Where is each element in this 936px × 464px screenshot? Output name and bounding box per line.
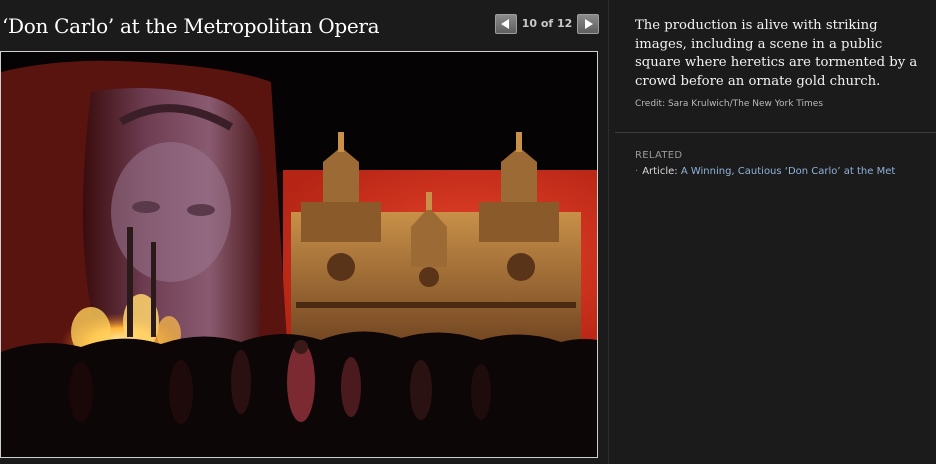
slide-counter: 10 of 12 xyxy=(521,17,573,30)
related-article-link[interactable]: A Winning, Cautious ‘Don Carlo’ at the M… xyxy=(681,166,895,177)
slideshow-nav: 10 of 12 xyxy=(495,14,600,36)
previous-button[interactable] xyxy=(495,14,517,34)
slideshow-photo[interactable] xyxy=(0,51,598,458)
next-button[interactable] xyxy=(577,14,599,34)
related-prefix: Article: xyxy=(642,166,678,177)
bullet-icon: · xyxy=(635,166,639,177)
photo-caption: The production is alive with striking im… xyxy=(635,18,918,89)
related-article: · Article: A Winning, Cautious ‘Don Carlo… xyxy=(635,166,895,177)
gallery-title: ‘Don Carlo’ at the Metropolitan Opera xyxy=(2,14,380,38)
photo-credit: Credit: Sara Krulwich/The New York Times xyxy=(635,99,824,109)
arrow-left-icon xyxy=(501,19,509,29)
opera-stage-photo xyxy=(1,52,597,457)
related-heading: RELATED xyxy=(635,150,683,161)
arrow-right-icon xyxy=(585,19,593,29)
column-divider xyxy=(608,0,609,464)
section-divider xyxy=(615,132,936,133)
